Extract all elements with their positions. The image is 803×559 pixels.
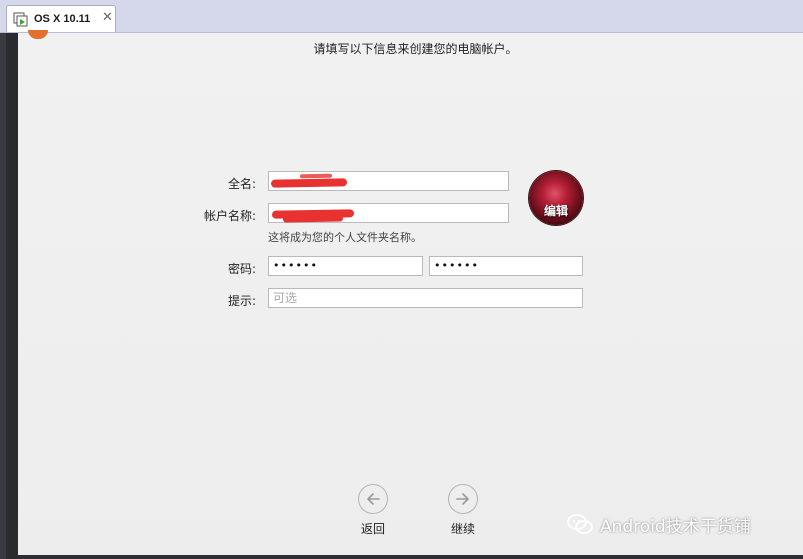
vm-tab-title: OS X 10.11: [34, 13, 91, 25]
password-field[interactable]: ••••••: [268, 256, 423, 276]
back-button[interactable]: [358, 484, 388, 514]
redaction-mark: [299, 173, 333, 179]
arrow-right-icon: [456, 493, 469, 505]
hint-placeholder: 可选: [273, 291, 298, 305]
back-label[interactable]: 返回: [361, 520, 385, 537]
password-verify-value: ••••••: [434, 259, 479, 272]
avatar[interactable]: 编辑: [529, 171, 583, 225]
wechat-icon: [567, 514, 593, 534]
account-name-label: 帐户名称:: [203, 209, 256, 223]
vm-tab[interactable]: OS X 10.11 ✕: [6, 5, 116, 32]
full-name-label: 全名:: [227, 177, 256, 191]
vm-icon: [13, 12, 28, 27]
account-name-hint: 这将成为您的个人文件夹名称。: [268, 231, 422, 244]
watermark-text: Android技术干货铺: [600, 517, 751, 537]
password-verify-field[interactable]: ••••••: [429, 256, 583, 276]
hint-field[interactable]: 可选: [268, 288, 583, 308]
page-instruction: 请填写以下信息来创建您的电脑帐户。: [313, 42, 518, 56]
continue-label[interactable]: 继续: [451, 520, 475, 537]
password-value: ••••••: [273, 259, 318, 272]
redaction-mark: [270, 178, 348, 188]
arrow-left-icon: [367, 493, 380, 505]
avatar-edit-label: 编辑: [543, 204, 568, 218]
close-icon[interactable]: ✕: [102, 11, 113, 25]
left-window-edge-inner: [6, 33, 18, 559]
vm-tab-bar: OS X 10.11 ✕: [0, 0, 803, 33]
hint-label: 提示:: [227, 294, 256, 308]
password-label: 密码:: [227, 262, 256, 276]
continue-button[interactable]: [448, 484, 478, 514]
redaction-mark: [282, 215, 344, 223]
